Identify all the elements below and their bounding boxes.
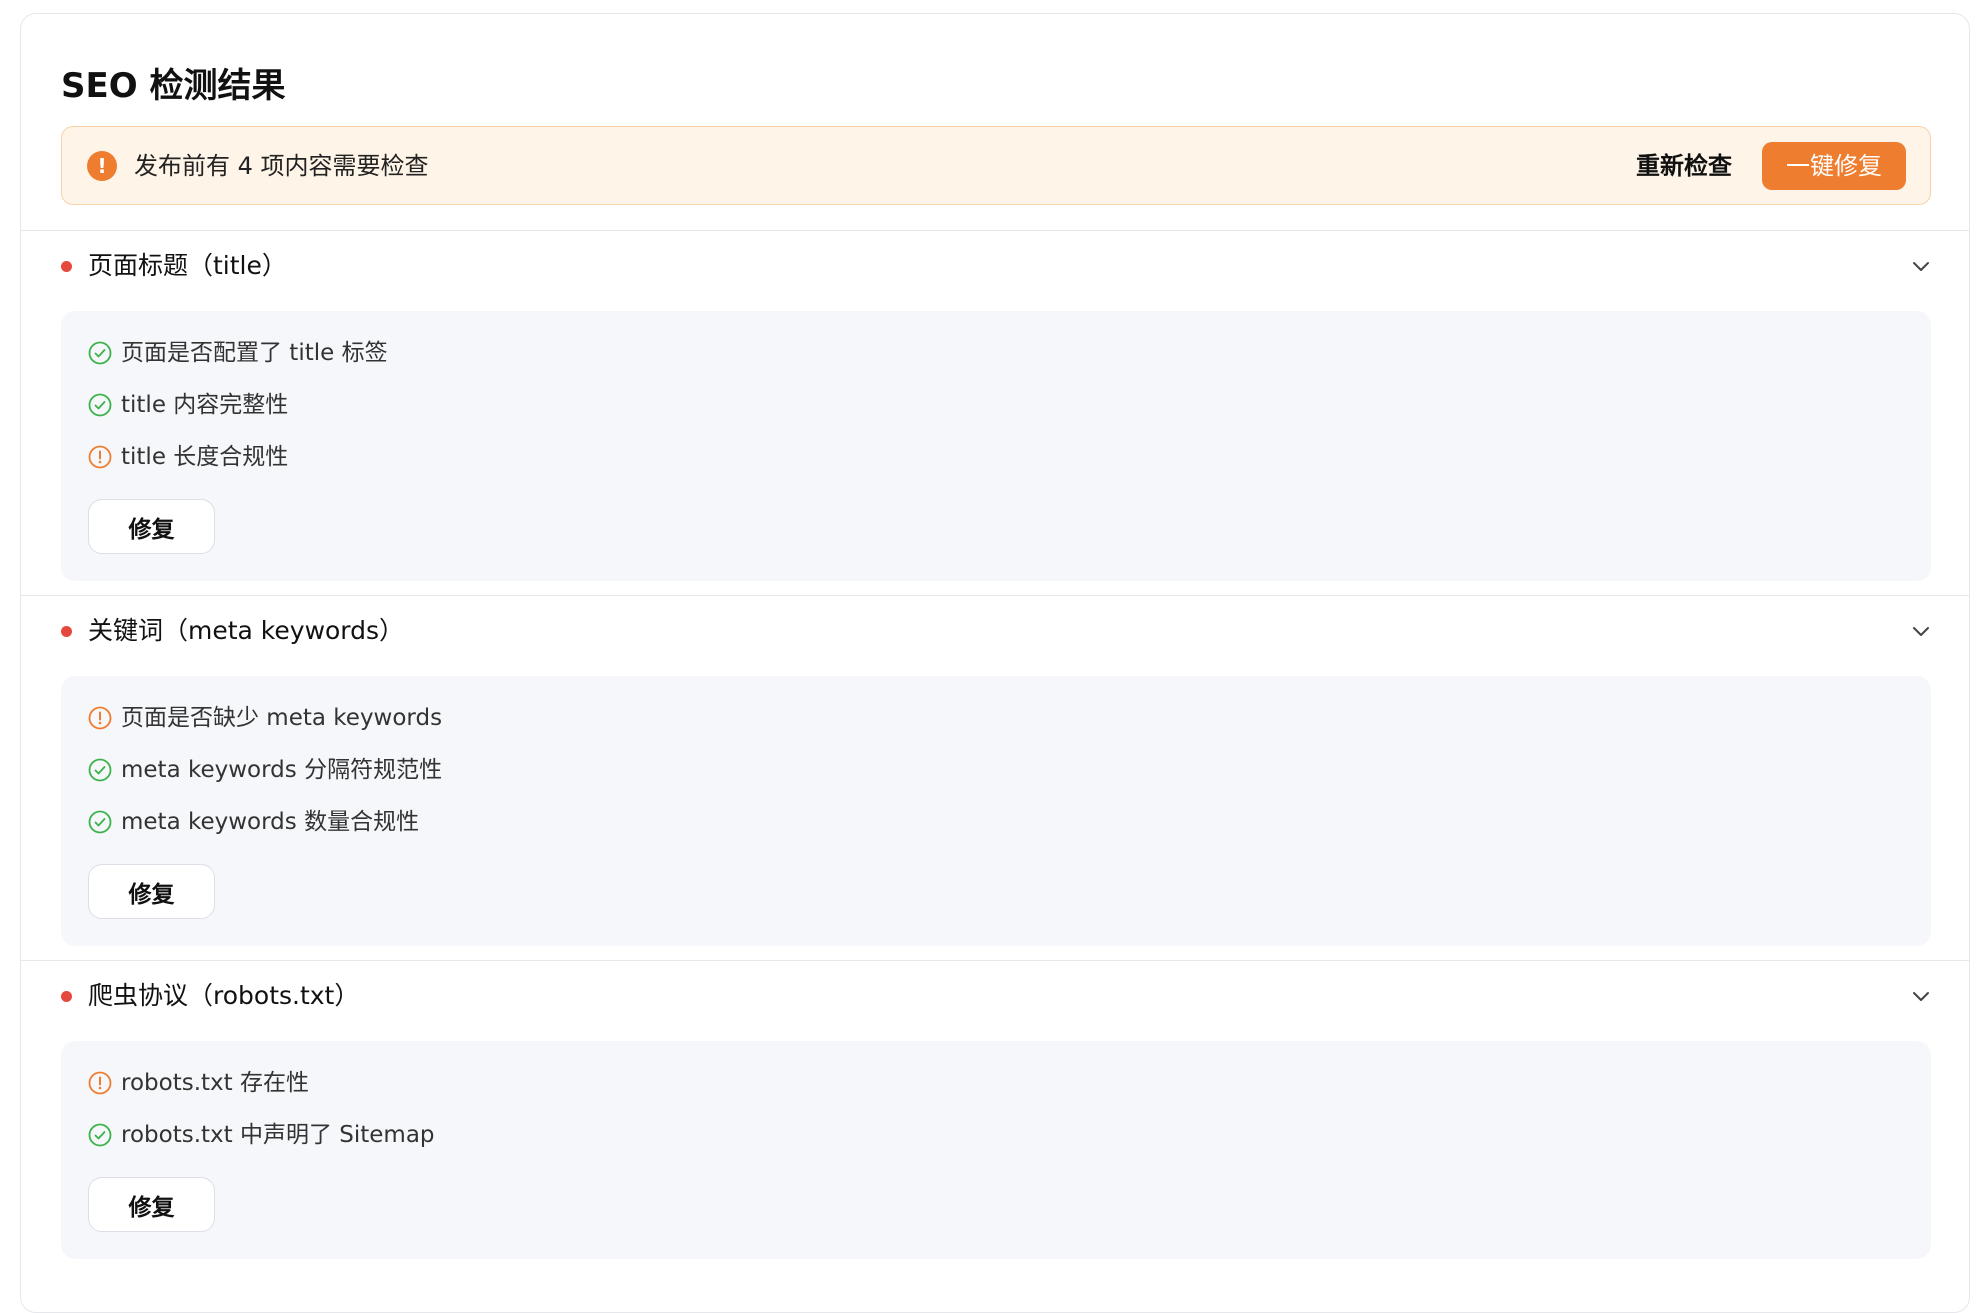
check-item-label: robots.txt 存在性 xyxy=(121,1070,309,1096)
check-item-label: title 内容完整性 xyxy=(121,392,289,418)
section-header-keywords[interactable]: 关键词（meta keywords） xyxy=(21,601,1969,661)
fix-button[interactable]: 修复 xyxy=(88,1177,215,1232)
summary-alert: ! 发布前有 4 项内容需要检查 重新检查 一键修复 xyxy=(61,126,1931,205)
issue-dot xyxy=(61,991,72,1002)
chevron-down-icon[interactable] xyxy=(1909,254,1933,278)
check-item-label: robots.txt 中声明了 Sitemap xyxy=(121,1122,435,1148)
recheck-button[interactable]: 重新检查 xyxy=(1636,146,1732,186)
check-item-label: title 长度合规性 xyxy=(121,444,289,470)
check-item-label: 页面是否配置了 title 标签 xyxy=(121,340,388,366)
section-title: 爬虫协议（robots.txt） xyxy=(88,981,360,1010)
check-item: meta keywords 数量合规性 xyxy=(88,802,988,842)
section-check-list: 页面是否配置了 title 标签 title 内容完整性 title 长度合规性… xyxy=(61,311,1931,581)
section-header-title[interactable]: 页面标题（title） xyxy=(21,236,1969,296)
section-check-list: 页面是否缺少 meta keywords meta keywords 分隔符规范… xyxy=(61,676,1931,946)
check-circle-icon xyxy=(88,393,112,417)
page-title: SEO 检测结果 xyxy=(61,66,286,106)
section-header-robots[interactable]: 爬虫协议（robots.txt） xyxy=(21,966,1969,1026)
warning-circle-icon xyxy=(88,706,112,730)
section-title: 关键词（meta keywords） xyxy=(88,616,405,645)
fix-button[interactable]: 修复 xyxy=(88,864,215,919)
check-item-label: meta keywords 数量合规性 xyxy=(121,809,420,835)
section-check-list: robots.txt 存在性 robots.txt 中声明了 Sitemap 修… xyxy=(61,1041,1931,1259)
alert-message: 发布前有 4 项内容需要检查 xyxy=(134,152,429,180)
exclamation-circle-icon: ! xyxy=(87,151,117,181)
section-divider xyxy=(21,960,1969,961)
warning-circle-icon xyxy=(88,445,112,469)
chevron-down-icon[interactable] xyxy=(1909,619,1933,643)
issue-dot xyxy=(61,261,72,272)
check-circle-icon xyxy=(88,758,112,782)
section-divider xyxy=(21,595,1969,596)
check-item: title 内容完整性 xyxy=(88,385,988,425)
check-item: robots.txt 中声明了 Sitemap xyxy=(88,1115,988,1155)
warning-circle-icon xyxy=(88,1071,112,1095)
check-circle-icon xyxy=(88,810,112,834)
check-item-label: meta keywords 分隔符规范性 xyxy=(121,757,443,783)
section-title: 页面标题（title） xyxy=(88,251,287,280)
check-item: robots.txt 存在性 xyxy=(88,1063,988,1103)
check-item-label: 页面是否缺少 meta keywords xyxy=(121,705,443,731)
fix-button[interactable]: 修复 xyxy=(88,499,215,554)
check-item: 页面是否配置了 title 标签 xyxy=(88,333,988,373)
fix-all-button[interactable]: 一键修复 xyxy=(1762,142,1906,190)
issue-dot xyxy=(61,626,72,637)
check-item: meta keywords 分隔符规范性 xyxy=(88,750,988,790)
chevron-down-icon[interactable] xyxy=(1909,984,1933,1008)
check-item: title 长度合规性 xyxy=(88,437,988,477)
seo-results-panel: SEO 检测结果 ! 发布前有 4 项内容需要检查 重新检查 一键修复 页面标题… xyxy=(20,13,1970,1313)
section-divider xyxy=(21,230,1969,231)
check-item: 页面是否缺少 meta keywords xyxy=(88,698,988,738)
check-circle-icon xyxy=(88,341,112,365)
check-circle-icon xyxy=(88,1123,112,1147)
